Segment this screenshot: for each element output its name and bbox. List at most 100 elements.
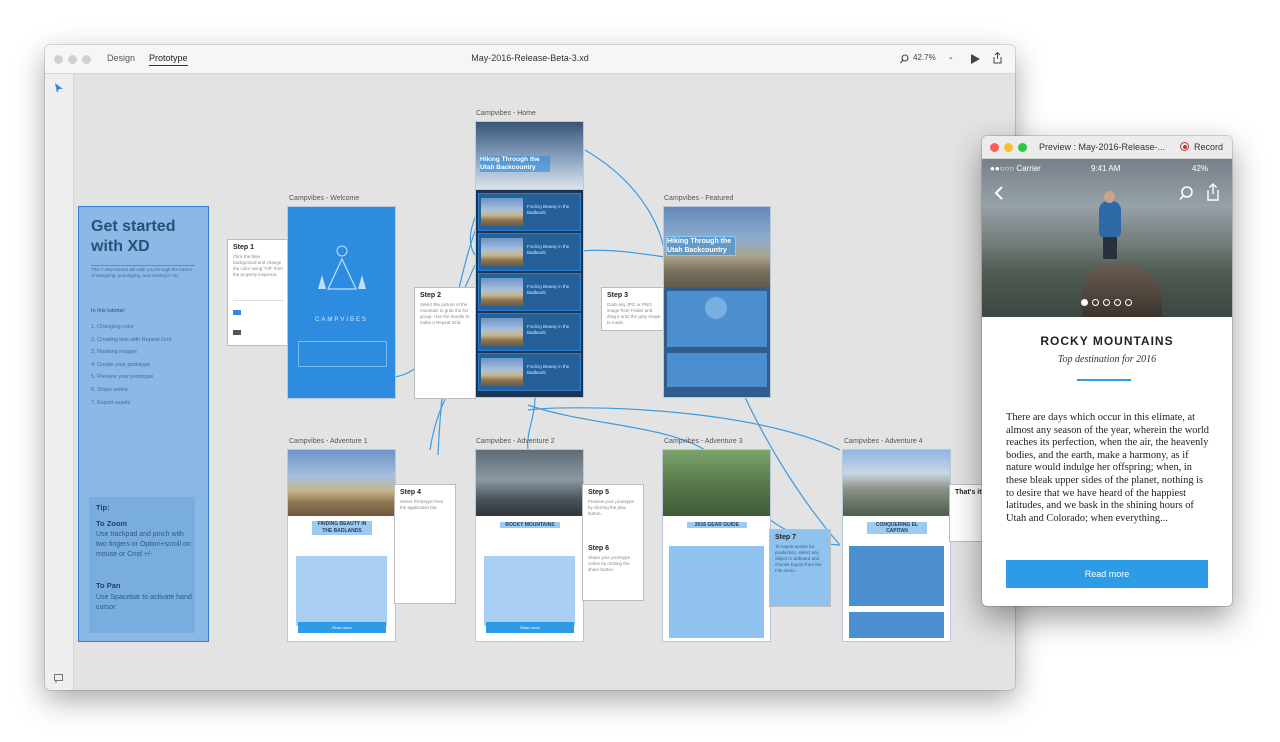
list-item[interactable]: Finding Beauty in the Badlands (479, 274, 580, 310)
step-1-card[interactable]: Step 1 Click the blue background and cha… (228, 240, 288, 345)
read-more-button[interactable]: Read more (298, 622, 386, 633)
tutorial-subheading: In this tutorial: (91, 308, 126, 314)
artboard-welcome[interactable]: CAMPVIBES (288, 207, 395, 398)
record-icon[interactable] (1180, 142, 1189, 151)
preview-title: Preview : May-2016-Release-... (1039, 142, 1166, 152)
artboard-featured[interactable]: Hiking Through the Utah Backcountry (664, 207, 770, 397)
hero-photo (288, 450, 395, 516)
zoom-window-button[interactable] (1018, 143, 1027, 152)
step-text: Preview your prototype by clicking the p… (588, 499, 635, 516)
search-icon[interactable] (1179, 186, 1194, 201)
thumbnail (481, 238, 523, 266)
hero-image: ●●○○○ Carrier 9:41 AM 42% (982, 159, 1232, 317)
list-item: 4. Create your prototype (91, 361, 151, 368)
artboard-adventure-4[interactable]: CONQUERING EL CAPITAN (843, 450, 950, 641)
carousel-dot[interactable] (1125, 299, 1132, 306)
step-5-6-card[interactable]: Step 5 Preview your prototype by clickin… (583, 485, 643, 600)
gear-grid[interactable] (669, 546, 764, 638)
zoom-heading: To Zoom (96, 519, 128, 528)
step-3-card[interactable]: Step 3 Grab any JPG or PNG image from Fi… (602, 288, 664, 330)
tip-heading: Tip: (96, 503, 110, 512)
tip-box: Tip: To Zoom Use trackpad and pinch with… (89, 497, 195, 633)
share-icon[interactable] (1206, 183, 1220, 201)
list-item-title: Finding Beauty in the Badlands (527, 284, 570, 295)
divider (233, 300, 283, 301)
artboard-label[interactable]: Campvibes - Adventure 3 (664, 438, 743, 445)
back-arrow-icon[interactable] (994, 185, 1004, 201)
xd-window: Design Prototype May-2016-Release-Beta-3… (45, 45, 1015, 690)
step-4-card[interactable]: Step 4 Select Prototype from the applica… (395, 485, 455, 603)
article-subheading: Top destination for 2016 (1057, 354, 1157, 365)
artboard-label[interactable]: Campvibes - Adventure 2 (476, 438, 555, 445)
brand-name: CAMPVIBES (314, 317, 368, 323)
artboard-adventure-2[interactable]: ROCKY MOUNTAINS Read more (476, 450, 583, 641)
hiker-body (1099, 201, 1121, 237)
pan-heading: To Pan (96, 581, 121, 590)
list-item-title: Finding Beauty in the Badlands (527, 364, 570, 375)
carrier-label: ●●○○○ Carrier (990, 164, 1041, 173)
carousel-dot[interactable] (1092, 299, 1099, 306)
list-item[interactable]: Finding Beauty in the Badlands (479, 234, 580, 270)
list-item[interactable]: Finding Beauty in the Badlands (479, 354, 580, 390)
color-swatch[interactable] (233, 330, 241, 335)
battery-level: 42% (1192, 164, 1209, 173)
carousel-dot-active[interactable] (1081, 299, 1088, 306)
trip-details[interactable] (667, 291, 767, 347)
artboard-home-hero[interactable]: Hiking Through the Utah Backcountry (476, 122, 583, 190)
list-item[interactable]: Finding Beauty in the Badlands (479, 194, 580, 230)
artboard-adventure-3[interactable]: 2016 GEAR GUIDE (663, 450, 770, 641)
step-text: To export assets for production, select … (775, 544, 822, 573)
article-body (484, 556, 575, 626)
artboard-adventure-1[interactable]: FINDING BEAUTY IN THE BADLANDS Read more (288, 450, 395, 641)
divider (91, 265, 195, 266)
route-list[interactable] (849, 546, 944, 606)
article-body (296, 556, 387, 626)
step-text: Select Prototype from the application ba… (400, 499, 444, 510)
minimize-window-button[interactable] (1004, 143, 1013, 152)
tutorial-panel[interactable]: Get started with XD This 7 step tutorial… (79, 207, 208, 641)
color-swatch[interactable] (233, 310, 241, 315)
hiker-legs (1103, 235, 1117, 259)
step-title: Step 6 (588, 545, 610, 552)
read-more-button[interactable]: Read more (1006, 560, 1208, 588)
stats-panel (667, 353, 767, 387)
step-title: Step 3 (607, 292, 629, 299)
step-2-card[interactable]: Step 2 Select the picture of the mountai… (415, 288, 475, 398)
step-title: Step 2 (420, 292, 442, 299)
article-title: FINDING BEAUTY IN THE BADLANDS (312, 521, 372, 535)
list-item[interactable]: Finding Beauty in the Badlands (479, 314, 580, 350)
list-item: 6. Share online (91, 386, 128, 393)
preview-title-bar: Preview : May-2016-Release-... Record (982, 136, 1232, 159)
read-more-button[interactable]: Read more (486, 622, 574, 633)
campvibes-logo-icon (318, 245, 366, 290)
artboard-label[interactable]: Campvibes - Adventure 1 (289, 438, 368, 445)
pan-text: Use Spacebar to activate hand cursor (96, 594, 192, 611)
step-title: Step 5 (588, 489, 610, 496)
tutorial-intro: This 7 step tutorial will walk you throu… (91, 267, 193, 278)
carousel-dot[interactable] (1114, 299, 1121, 306)
artboard-home-list[interactable]: Finding Beauty in the Badlands Finding B… (476, 190, 583, 397)
article-title: ROCKY MOUNTAINS (500, 522, 560, 528)
login-fields[interactable] (298, 341, 387, 367)
status-time: 9:41 AM (1091, 164, 1121, 173)
artboard-label[interactable]: Campvibes - Adventure 4 (844, 438, 923, 445)
step-title: Step 7 (775, 534, 797, 541)
record-button[interactable]: Record (1194, 142, 1223, 152)
article-title: 2016 GEAR GUIDE (687, 522, 747, 528)
featured-title: Hiking Through the Utah Backcountry (667, 237, 735, 255)
artboard-label[interactable]: Campvibes - Featured (664, 195, 733, 202)
hero-title: Hiking Through the Utah Backcountry (480, 156, 550, 172)
carousel-dot[interactable] (1103, 299, 1110, 306)
step-title: That's it! (955, 489, 984, 496)
list-item: 1. Changing color (91, 324, 135, 330)
divider (1077, 379, 1131, 381)
step-7-card[interactable]: Step 7 To export assets for production, … (770, 530, 830, 606)
tutorial-title: Get started with XD (91, 218, 176, 255)
avatar (705, 297, 727, 319)
hero-photo (843, 450, 950, 516)
rock (1082, 264, 1162, 317)
close-window-button[interactable] (990, 143, 999, 152)
artboard-label[interactable]: Campvibes - Welcome (289, 195, 359, 202)
artboard-label[interactable]: Campvibes - Home (476, 110, 536, 117)
thumbnail (481, 278, 523, 306)
